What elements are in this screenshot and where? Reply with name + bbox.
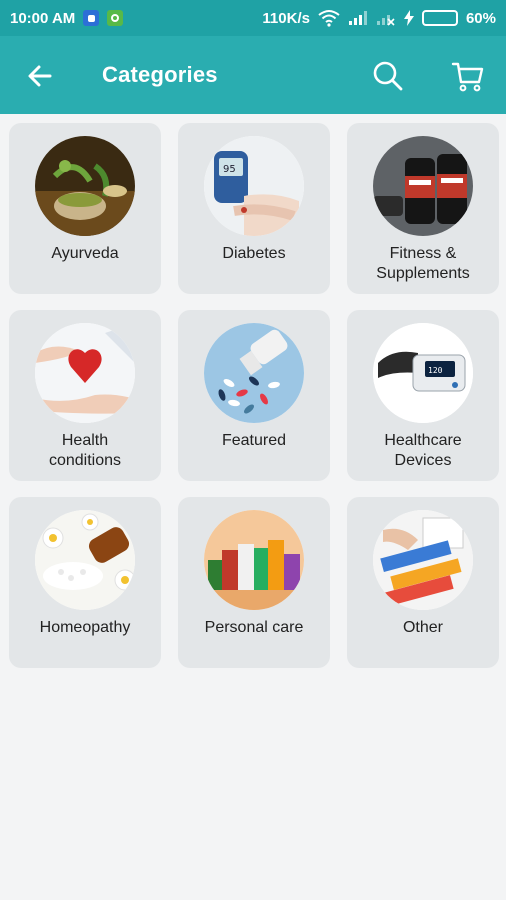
- ayurveda-image: [35, 136, 135, 236]
- status-bar: 10:00 AM 110K/s 60%: [0, 0, 506, 36]
- category-label: Ayurveda: [51, 245, 119, 262]
- health-conditions-image: [35, 323, 135, 423]
- category-card-personal-care[interactable]: Personal care: [178, 497, 330, 668]
- category-card-ayurveda[interactable]: Ayurveda: [9, 123, 161, 294]
- battery-percent: 60%: [465, 9, 496, 27]
- status-time: 10:00 AM: [10, 9, 76, 27]
- category-card-diabetes[interactable]: 95 Diabetes: [178, 123, 330, 294]
- charging-icon: [403, 10, 414, 26]
- notification-android-icon: [107, 10, 124, 26]
- app-bar: Categories: [0, 36, 506, 114]
- category-label: Featured: [221, 432, 287, 449]
- category-label: Other: [402, 619, 443, 636]
- category-label: Homeopathy: [39, 619, 131, 636]
- category-label: Fitness & Supplements: [376, 245, 470, 282]
- fitness-supplements-image: [373, 136, 473, 236]
- category-card-homeopathy[interactable]: Homeopathy: [9, 497, 161, 668]
- category-card-healthcare-devices[interactable]: 120 Healthcare Devices: [347, 310, 499, 481]
- category-label: Health conditions: [48, 432, 122, 469]
- svg-text:120: 120: [428, 366, 443, 375]
- category-card-other[interactable]: Other: [347, 497, 499, 668]
- wifi-icon: [318, 10, 340, 27]
- category-label: Personal care: [204, 619, 304, 636]
- category-card-fitness[interactable]: Fitness & Supplements: [347, 123, 499, 294]
- signal-off-icon: [376, 15, 395, 26]
- personal-care-image: [204, 510, 304, 610]
- healthcare-devices-image: 120: [373, 323, 473, 423]
- page-title: Categories: [102, 62, 218, 87]
- battery-icon: [421, 10, 458, 26]
- diabetes-image: 95: [204, 136, 304, 236]
- category-label: Healthcare Devices: [384, 432, 462, 469]
- signal-icon: [348, 11, 367, 25]
- other-image: [373, 510, 473, 610]
- network-speed: 110K/s: [262, 9, 310, 27]
- featured-image: [204, 323, 304, 423]
- category-label: Diabetes: [222, 245, 286, 262]
- homeopathy-image: [35, 510, 135, 610]
- category-card-featured[interactable]: Featured: [178, 310, 330, 481]
- search-icon[interactable]: [370, 58, 406, 94]
- cart-icon[interactable]: [450, 58, 486, 94]
- category-grid: Ayurveda 95 Diabetes Fitness & Supplemen…: [9, 123, 499, 668]
- svg-text:95: 95: [223, 164, 236, 175]
- category-card-health-conditions[interactable]: Health conditions: [9, 310, 161, 481]
- arrow-left-icon[interactable]: [24, 60, 56, 92]
- notification-app-icon: [83, 10, 100, 26]
